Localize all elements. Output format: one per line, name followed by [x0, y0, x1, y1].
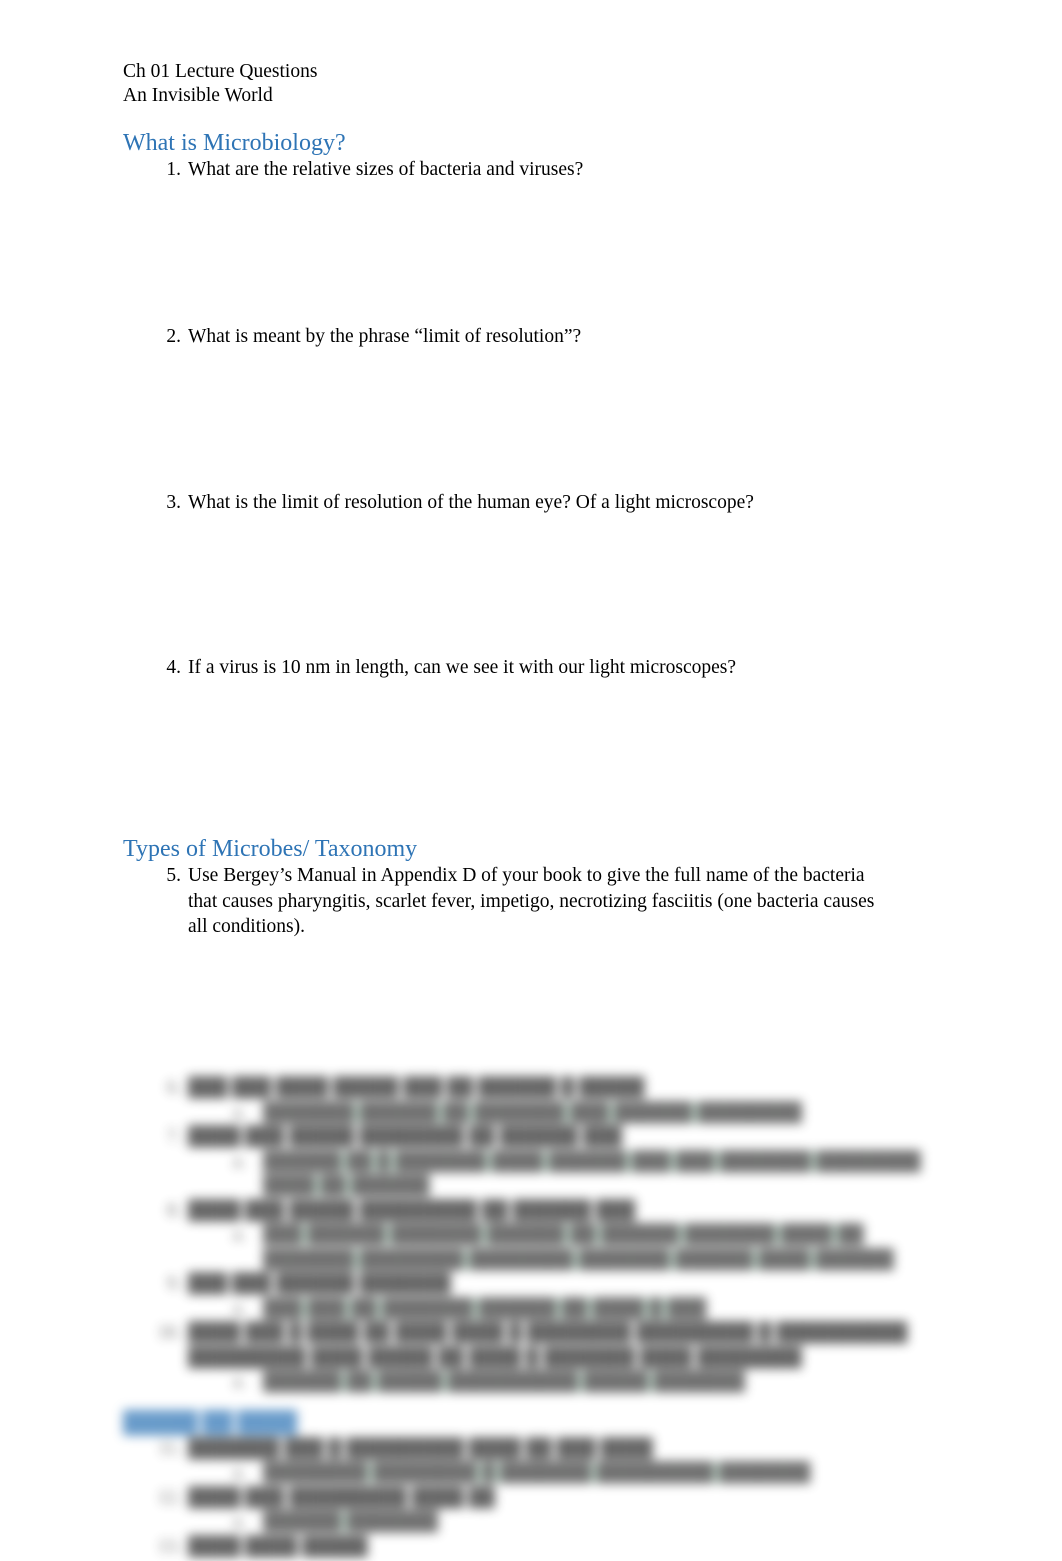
blurred-question-number: 11.	[158, 1438, 181, 1459]
blurred-answer-item: a. ██████ ██ █ ███████ ████ ██████ ███ █…	[123, 1150, 923, 1199]
question-number: 1.	[166, 159, 181, 180]
blurred-question-number: 10.	[157, 1323, 181, 1343]
blurred-question-item: 10. ████ ███ █ ████ ██ ████ ████ █ █████…	[123, 1321, 923, 1370]
blurred-answer-item: a. ████████ ████████ █ ███████ █████████…	[123, 1461, 923, 1486]
blurred-question-text: ████ ███ █ ████ ██ ████ ████ █ ████████ …	[188, 1323, 908, 1368]
document-title-block: Ch 01 Lecture Questions An Invisible Wor…	[123, 60, 891, 107]
answer-space	[123, 349, 891, 490]
question-number: 3.	[166, 492, 181, 513]
blurred-question-text: ████ ███ █████████ ████ ██	[188, 1487, 495, 1508]
blurred-question-text: ███████ ███ █ █████████ ████ ██ ███ ████	[188, 1438, 653, 1459]
blurred-question-number: 12.	[157, 1487, 181, 1508]
blurred-question-text: ███ ███ ██████ ███████	[188, 1274, 451, 1294]
blurred-answer-marker: a.	[233, 1225, 246, 1245]
document-body: Ch 01 Lecture Questions An Invisible Wor…	[123, 60, 891, 940]
blurred-question-item: 9. ███ ███ ██████ ███████	[123, 1272, 923, 1297]
section-heading-types-of-microbes-taxonomy: Types of Microbes/ Taxonomy	[123, 836, 418, 862]
blurred-answer-text: ██████ ███████	[263, 1512, 439, 1532]
blurred-answer-text: ███ ███ ██ ███████ ██████ ██ ████ █ ███	[263, 1298, 707, 1319]
blurred-question-text: ███ ███ ████ █████ ███ ██ ██████ █ █████	[188, 1078, 645, 1098]
blurred-question-number: 6.	[167, 1078, 181, 1098]
document-title-line-1: Ch 01 Lecture Questions	[123, 61, 318, 82]
blurred-answer-marker: a.	[233, 1151, 246, 1172]
blurred-question-number: 8.	[167, 1200, 181, 1221]
blurred-question-number: 13.	[157, 1536, 181, 1557]
blurred-answer-text: ████████ ████████ █ ███████ █████████ ██…	[263, 1463, 811, 1483]
question-number: 4.	[166, 656, 181, 678]
blurred-question-item: 6. ███ ███ ████ █████ ███ ██ ██████ █ ██…	[123, 1076, 923, 1101]
answer-space	[123, 183, 891, 324]
blurred-question-text: ████ ███ █████ ████████ ██ ██████ ███	[188, 1127, 623, 1147]
question-item: 3. What is the limit of resolution of th…	[123, 490, 891, 516]
blurred-question-item: 12. ████ ███ █████████ ████ ██	[123, 1486, 923, 1511]
blurred-answer-marker: a.	[233, 1102, 246, 1123]
blurred-answer-item: a. ███ ███ ██ ███████ ██████ ██ ████ █ █…	[123, 1297, 923, 1322]
blurred-question-text: ████ ███ █████ █████████ ██ ██████ ███	[188, 1200, 636, 1221]
blurred-question-item: 8. ████ ███ █████ █████████ ██ ██████ ██…	[123, 1199, 923, 1224]
document-page: Ch 01 Lecture Questions An Invisible Wor…	[0, 0, 1062, 1561]
blurred-answer-marker: a.	[233, 1372, 246, 1392]
question-text: If a virus is 10 nm in length, can we se…	[188, 656, 737, 678]
blurred-answer-item: a. ███████ ██████ ██ ███████ ███ ██████ …	[123, 1101, 923, 1126]
question-text: What is the limit of resolution of the h…	[188, 492, 754, 513]
blurred-section-heading: █████ ██ ████	[123, 1408, 298, 1435]
question-text: What is meant by the phrase “limit of re…	[188, 325, 582, 347]
blurred-answer-text: ██████ ██ █ ███████ ████ ██████ ███ ███ …	[263, 1151, 921, 1196]
question-item: 4. If a virus is 10 nm in length, can we…	[123, 655, 891, 681]
blurred-question-item: 11. ███████ ███ █ █████████ ████ ██ ███ …	[123, 1437, 923, 1462]
blurred-question-item: 7. ████ ███ █████ ████████ ██ ██████ ███	[123, 1125, 923, 1150]
question-text: What are the relative sizes of bacteria …	[188, 159, 584, 180]
blurred-preview-region: 6. ███ ███ ████ █████ ███ ██ ██████ █ ██…	[0, 1040, 1062, 1561]
answer-space	[123, 516, 891, 655]
blurred-answer-text: ███████ ██████ ██ ███████ ███ ██████ ███…	[263, 1102, 802, 1123]
blurred-answer-marker: a.	[233, 1463, 246, 1483]
blurred-answer-text: ███ ██████ ███████ ██████ ██ ██████ ████…	[263, 1225, 894, 1270]
question-list-section-1: 1. What are the relative sizes of bacter…	[123, 157, 891, 835]
blurred-answer-marker: a.	[233, 1298, 246, 1319]
blurred-answer-text: ██████ ██ █████ ██████████ █████ ███████	[263, 1372, 745, 1392]
answer-space	[123, 680, 891, 835]
blurred-answer-item: a. ███ ██████ ███████ ██████ ██ ██████ █…	[123, 1223, 923, 1272]
question-item: 5. Use Bergey’s Manual in Appendix D of …	[123, 863, 891, 940]
question-number: 2.	[166, 325, 181, 347]
blurred-question-item: 13. ████ ████ █████	[123, 1535, 923, 1560]
blurred-question-number: 7.	[167, 1127, 181, 1147]
question-number: 5.	[166, 865, 181, 886]
section-heading-what-is-microbiology: What is Microbiology?	[123, 130, 346, 156]
blurred-answer-item: a. ██████ ███████	[123, 1510, 923, 1535]
question-item: 2. What is meant by the phrase “limit of…	[123, 324, 891, 350]
question-text: Use Bergey’s Manual in Appendix D of you…	[188, 865, 875, 937]
blurred-question-number: 9.	[167, 1274, 181, 1294]
document-title-line-2: An Invisible World	[123, 84, 273, 106]
blurred-preview-content: 6. ███ ███ ████ █████ ███ ██ ██████ █ ██…	[123, 1076, 923, 1559]
blurred-question-text: ████ ████ █████	[188, 1536, 368, 1557]
question-item: 1. What are the relative sizes of bacter…	[123, 157, 891, 183]
blurred-answer-item: a. ██████ ██ █████ ██████████ █████ ████…	[123, 1370, 923, 1395]
question-list-section-2: 5. Use Bergey’s Manual in Appendix D of …	[123, 863, 891, 940]
blurred-answer-marker: a.	[233, 1512, 246, 1532]
